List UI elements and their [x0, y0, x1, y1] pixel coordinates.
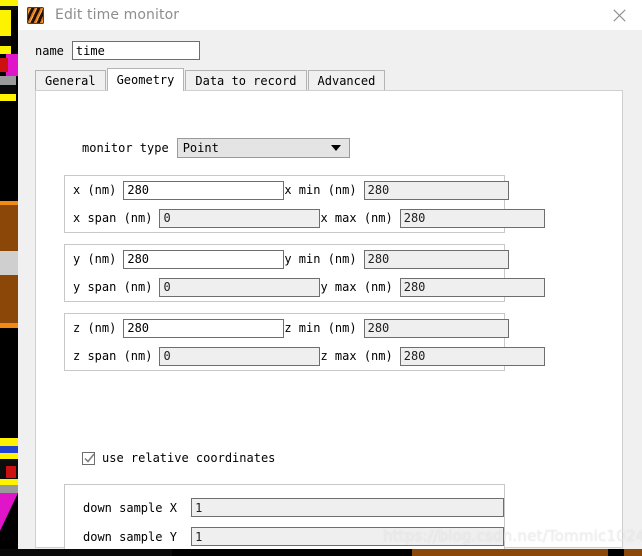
x-input[interactable] [123, 180, 285, 200]
down-sample-x-input[interactable] [191, 498, 504, 517]
checkbox-checked-icon[interactable] [82, 451, 95, 465]
bg-left-black-2 [0, 328, 18, 438]
bg-left-gray-1 [0, 76, 16, 85]
bg-left-yellow-2 [0, 46, 11, 54]
bg-left-yellow-4 [0, 438, 18, 446]
down-sample-y-label: down sample Y [83, 529, 177, 544]
x-label: x (nm) [73, 183, 117, 197]
bg-left-yellow-1 [0, 10, 11, 36]
y-row-1: y (nm) y min (nm) [65, 245, 509, 273]
z-geometry-group: z (nm) z min (nm) z span (nm) z max (nm) [64, 313, 545, 371]
edit-time-monitor-dialog: Edit time monitor name General Geometry … [18, 0, 642, 549]
bg-left-red-1 [0, 58, 8, 72]
chevron-down-icon [330, 145, 341, 151]
bg-left-black-1 [0, 101, 18, 201]
title-bar: Edit time monitor [18, 0, 642, 30]
z-label: z (nm) [73, 321, 117, 335]
x-span-label: x span (nm) [73, 211, 153, 225]
close-icon[interactable] [596, 0, 642, 30]
monitor-type-row: monitor type Point [82, 138, 350, 158]
bg-bottom-seg-b [608, 549, 624, 556]
z-row-1: z (nm) z min (nm) [65, 314, 509, 342]
bg-left-dark-2 [0, 85, 16, 94]
z-span-input[interactable] [159, 346, 321, 366]
y-row-2: y span (nm) y max (nm) [65, 273, 545, 301]
x-span-input[interactable] [159, 208, 321, 228]
x-geometry-group: x (nm) x min (nm) x span (nm) x max (nm) [64, 175, 545, 233]
tab-general[interactable]: General [35, 70, 106, 91]
bg-left-silver-1 [0, 251, 18, 275]
screenshot-root: Edit time monitor name General Geometry … [0, 0, 642, 556]
down-sample-x-row: down sample X [65, 493, 504, 522]
z-input[interactable] [123, 318, 285, 338]
monitor-type-select[interactable]: Point [176, 138, 350, 158]
name-input[interactable] [71, 41, 200, 60]
bg-left-blue-1 [0, 446, 18, 453]
name-label: name [35, 43, 64, 58]
bg-left-gray-2 [0, 485, 18, 493]
x-min-label: x min (nm) [284, 183, 357, 197]
y-max-input[interactable] [399, 277, 545, 297]
z-min-input[interactable] [363, 318, 509, 338]
x-row-2: x span (nm) x max (nm) [65, 204, 545, 232]
x-row-1: x (nm) x min (nm) [65, 176, 509, 204]
use-relative-coordinates-row[interactable]: use relative coordinates [82, 451, 275, 465]
down-sample-y-input[interactable] [191, 527, 504, 546]
use-relative-coordinates-label: use relative coordinates [102, 451, 276, 465]
y-input[interactable] [123, 249, 285, 269]
y-geometry-group: y (nm) y min (nm) y span (nm) y max (nm) [64, 244, 545, 302]
monitor-type-value: Point [182, 141, 219, 155]
y-min-input[interactable] [363, 249, 509, 269]
z-max-input[interactable] [399, 346, 545, 366]
bg-left-brown-1 [0, 205, 18, 251]
name-row: name [35, 41, 200, 60]
down-sample-x-label: down sample X [83, 500, 177, 515]
bg-bottom-seg-a [300, 549, 410, 556]
bg-left-dark-1 [0, 36, 11, 46]
y-max-label: y max (nm) [320, 280, 393, 294]
tab-advanced[interactable]: Advanced [307, 70, 386, 91]
z-min-label: z min (nm) [284, 321, 357, 335]
z-span-label: z span (nm) [73, 349, 153, 363]
geometry-tab-panel: monitor type Point x (nm) x min (nm) [35, 90, 623, 549]
y-span-label: y span (nm) [73, 280, 153, 294]
x-min-input[interactable] [363, 180, 509, 200]
x-max-input[interactable] [399, 208, 545, 228]
y-min-label: y min (nm) [284, 252, 357, 266]
z-max-label: z max (nm) [320, 349, 393, 363]
bg-left-brown-2 [0, 275, 18, 323]
bg-left-yellow-3 [0, 94, 16, 101]
bg-left-red-2 [6, 466, 16, 478]
down-sample-group: down sample X down sample Y down sample … [64, 484, 505, 549]
tab-bar: General Geometry Data to record Advanced [35, 68, 386, 91]
tab-data-to-record[interactable]: Data to record [185, 70, 307, 91]
y-span-input[interactable] [159, 277, 321, 297]
dialog-body: name General Geometry Data to record Adv… [18, 30, 642, 549]
tab-geometry[interactable]: Geometry [106, 68, 185, 91]
y-label: y (nm) [73, 252, 117, 266]
z-row-2: z span (nm) z max (nm) [65, 342, 545, 370]
window-title: Edit time monitor [55, 7, 180, 23]
down-sample-y-row: down sample Y [65, 522, 504, 549]
lumerical-logo-icon [27, 6, 44, 24]
monitor-type-label: monitor type [82, 141, 169, 155]
x-max-label: x max (nm) [320, 211, 393, 225]
